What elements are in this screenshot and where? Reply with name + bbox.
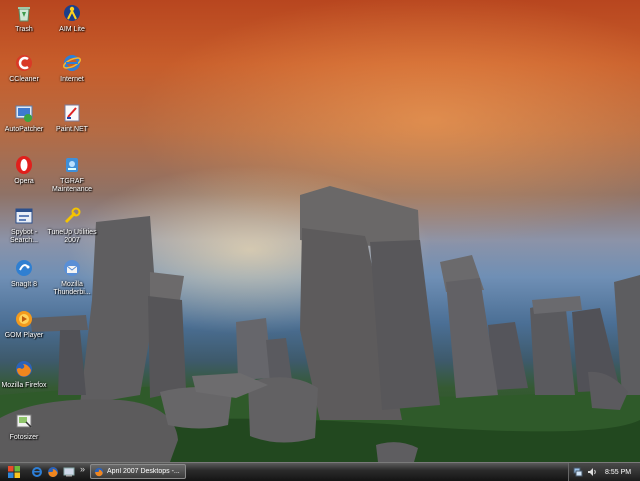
paint-net-icon	[61, 102, 83, 124]
clock[interactable]: 8:55 PM	[605, 469, 631, 476]
volume-icon[interactable]	[587, 467, 597, 477]
windows-logo-icon	[8, 466, 20, 478]
quicklaunch-firefox[interactable]	[46, 465, 60, 479]
desktop-icon-ccleaner[interactable]: CCleaner	[0, 52, 50, 102]
autopatcher-icon	[13, 102, 35, 124]
desktop-icon-trash[interactable]: Trash	[0, 2, 50, 52]
desktop-icon-label: SnagIt 8	[10, 281, 38, 288]
desktop-icon-label: Paint.NET	[56, 126, 88, 133]
desktop-icon-gom-player[interactable]: GOM Player	[0, 308, 50, 358]
desktop-icon-label: Mozilla Firefox	[1, 382, 47, 389]
desktop: Trash CCleaner AutoPatcher Opera Spybot …	[0, 0, 640, 462]
recycle-bin-icon	[13, 2, 35, 24]
firefox-icon	[13, 358, 35, 380]
tuneup-icon	[61, 205, 83, 227]
fotosizer-icon	[13, 410, 35, 432]
quicklaunch-ie[interactable]	[30, 465, 44, 479]
desktop-icon-label: Opera	[14, 178, 34, 185]
tgraf-icon	[61, 154, 83, 176]
desktop-icon-firefox[interactable]: Mozilla Firefox	[0, 358, 50, 408]
desktop-icon-label: GOM Player	[4, 332, 44, 339]
firefox-icon	[94, 467, 104, 476]
desktop-icon-label: AIM Lite	[59, 26, 85, 33]
start-button[interactable]	[2, 464, 26, 480]
desktop-icon-tgraf[interactable]: TGRAF Maintenance	[46, 154, 98, 204]
desktop-icon-opera[interactable]: Opera	[0, 154, 50, 204]
desktop-icon-label: Internet	[60, 76, 84, 83]
desktop-icon-label: TuneUp Utilities 2007	[47, 229, 97, 244]
desktop-icon-tuneup[interactable]: TuneUp Utilities 2007	[46, 205, 98, 255]
snagit-icon	[13, 257, 35, 279]
desktop-icon-label: Mozilla Thunderbi...	[53, 281, 91, 296]
desktop-icon-fotosizer[interactable]: Fotosizer	[0, 410, 50, 460]
internet-explorer-icon	[61, 52, 83, 74]
desktop-icon-label: Trash	[15, 26, 33, 33]
taskbar: » April 2007 Desktops -... 8:55 PM	[0, 462, 640, 481]
opera-icon	[13, 154, 35, 176]
desktop-icon-aim-lite[interactable]: AIM Lite	[46, 2, 98, 52]
desktop-icon-autopatcher[interactable]: AutoPatcher	[0, 102, 50, 152]
desktop-icon-label: Spybot - Search...	[9, 229, 38, 244]
show-desktop-icon	[63, 467, 75, 477]
taskbar-button-firefox-window[interactable]: April 2007 Desktops -...	[90, 464, 186, 479]
gom-player-icon	[13, 308, 35, 330]
taskbar-button-label: April 2007 Desktops -...	[107, 468, 180, 475]
quicklaunch-chevron[interactable]: »	[80, 464, 85, 474]
desktop-icon-label: TGRAF Maintenance	[51, 178, 93, 193]
aim-icon	[61, 2, 83, 24]
quicklaunch-show-desktop[interactable]	[62, 465, 76, 479]
system-tray: 8:55 PM	[568, 463, 640, 481]
desktop-icon-thunderbird[interactable]: Mozilla Thunderbi...	[46, 257, 98, 307]
desktop-icon-internet[interactable]: Internet	[46, 52, 98, 102]
desktop-icon-label: Fotosizer	[9, 434, 39, 441]
internet-explorer-icon	[32, 467, 42, 477]
desktop-icon-label: CCleaner	[9, 76, 39, 83]
desktop-icon-spybot[interactable]: Spybot - Search...	[0, 205, 50, 255]
firefox-icon	[48, 467, 58, 478]
desktop-icon-paint-net[interactable]: Paint.NET	[46, 102, 98, 152]
desktop-icon-snagit[interactable]: SnagIt 8	[0, 257, 50, 307]
spybot-icon	[13, 205, 35, 227]
thunderbird-icon	[61, 257, 83, 279]
desktop-icon-label: AutoPatcher	[4, 126, 44, 133]
ccleaner-icon	[13, 52, 35, 74]
network-icon[interactable]	[573, 467, 583, 477]
